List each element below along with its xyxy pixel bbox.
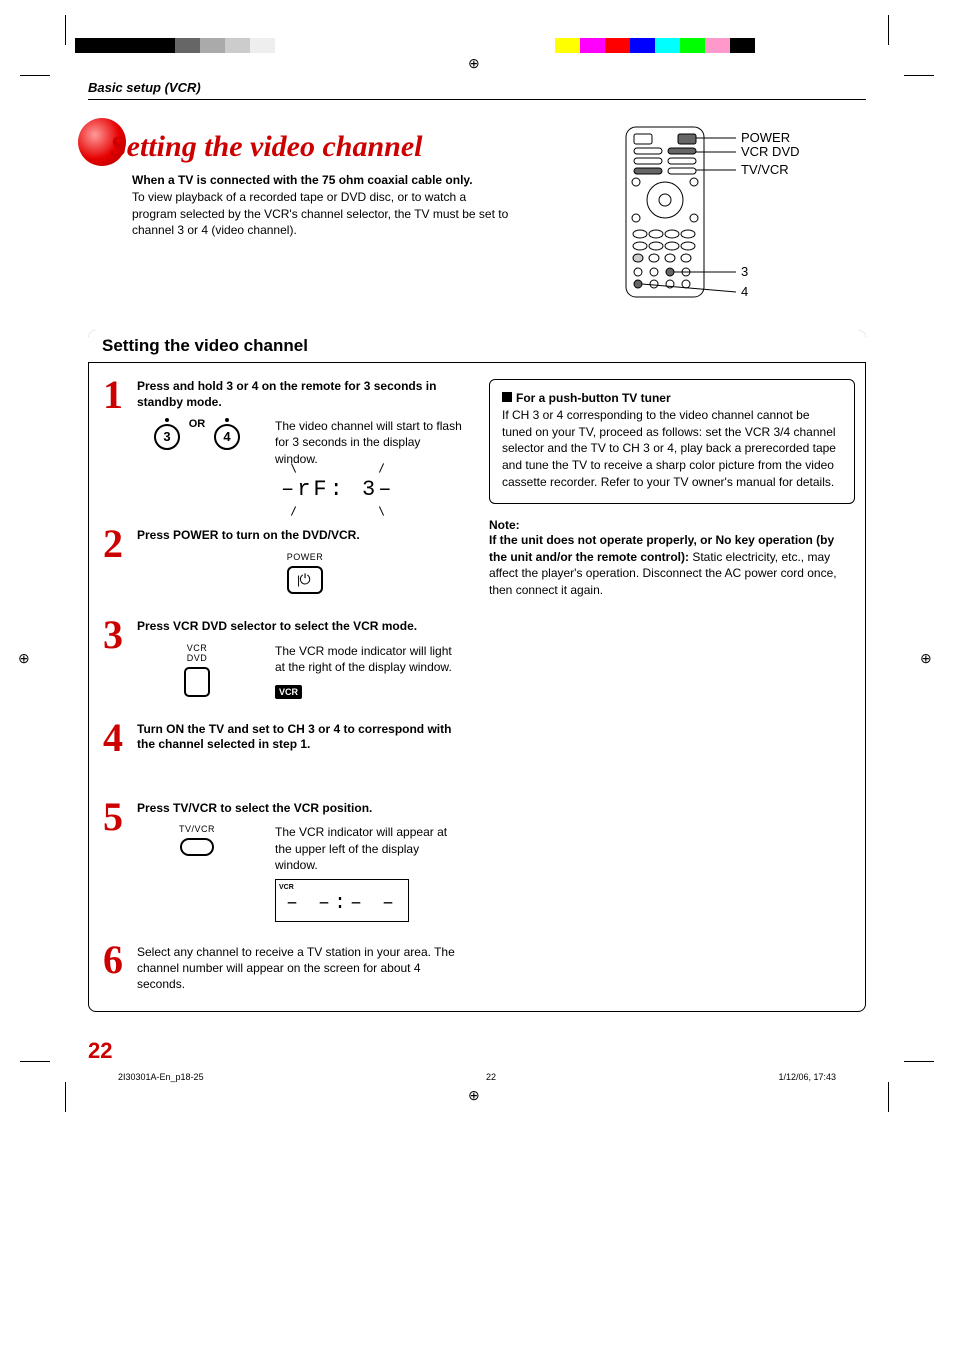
vcr-badge-icon: VCR (275, 685, 302, 699)
note-block: Note: If the unit does not operate prope… (489, 518, 855, 599)
step-number: 2 (99, 528, 127, 597)
power-button-label: POWER (145, 552, 465, 562)
vcr-dvd-button-label: VCR DVD (137, 643, 257, 663)
page: ⊕ ⊕ ⊕ Basic setup (VCR) Setting the vide… (0, 0, 954, 1122)
crop-mark-icon (65, 1082, 66, 1112)
seven-segment: –rF: 3– (275, 473, 400, 507)
registration-mark-icon: ⊕ (18, 650, 30, 667)
footer-left: 2I30301A-En_p18-25 (118, 1072, 204, 1082)
crop-mark-icon (904, 75, 934, 76)
step-heading: Press and hold 3 or 4 on the remote for … (137, 379, 465, 410)
step-number: 3 (99, 619, 127, 700)
step-desc: The VCR indicator will appear at the upp… (275, 824, 465, 873)
footer-right: 1/12/06, 17:43 (778, 1072, 836, 1082)
intro-body: To view playback of a recorded tape or D… (132, 190, 508, 238)
step-desc: The video channel will start to flash fo… (275, 418, 465, 467)
crop-mark-icon (888, 1082, 889, 1112)
remote-label-tvvcr: TV/VCR (741, 162, 789, 177)
display-vcr-tag: VCR (279, 883, 294, 892)
pushbox-heading: For a push-button TV tuner (516, 391, 671, 405)
registration-mark-icon: ⊕ (920, 650, 932, 667)
notes-column: For a push-button TV tuner If CH 3 or 4 … (489, 379, 855, 999)
power-button-icon (287, 566, 323, 594)
button-3-icon: 3 (154, 424, 180, 450)
step-1: 1 Press and hold 3 or 4 on the remote fo… (99, 379, 465, 506)
push-button-tuner-box: For a push-button TV tuner If CH 3 or 4 … (489, 379, 855, 504)
step1-buttons: 3 OR 4 (137, 418, 257, 450)
button-4-icon: 4 (214, 424, 240, 450)
remote-label-4: 4 (741, 284, 748, 299)
crop-mark-icon (20, 1061, 50, 1062)
step-3: 3 Press VCR DVD selector to select the V… (99, 619, 465, 700)
step-number: 6 (99, 944, 127, 993)
or-label: OR (189, 418, 206, 430)
step-number: 4 (99, 722, 127, 761)
note-label: Note: (489, 518, 855, 532)
divider (88, 99, 866, 100)
page-title: Setting the video channel (88, 130, 866, 164)
vcr-dvd-button-icon (184, 667, 210, 697)
footer-mid: 22 (486, 1072, 496, 1082)
step-heading: Press VCR DVD selector to select the VCR… (137, 619, 465, 635)
color-calibration-bars (0, 0, 954, 60)
section-frame: Setting the video channel 1 Press and ho… (88, 330, 866, 1012)
tv-vcr-button-label: TV/VCR (137, 824, 257, 834)
registration-mark-icon: ⊕ (468, 1087, 480, 1104)
page-number: 22 (88, 1038, 866, 1064)
intro-bold: When a TV is connected with the 75 ohm c… (132, 173, 473, 187)
step-heading: Press TV/VCR to select the VCR position. (137, 801, 465, 817)
step-2: 2 Press POWER to turn on the DVD/VCR. PO… (99, 528, 465, 597)
display-window-icon: VCR – –:– – (275, 879, 409, 922)
step-number: 5 (99, 801, 127, 922)
step-4: 4 Turn ON the TV and set to CH 3 or 4 to… (99, 722, 465, 761)
pushbox-body: If CH 3 or 4 corresponding to the video … (502, 407, 842, 491)
step-heading: Press POWER to turn on the DVD/VCR. (137, 528, 465, 544)
step-number: 1 (99, 379, 127, 506)
display-readout: –rF: 3– (275, 473, 400, 507)
step-heading: Select any channel to receive a TV stati… (137, 944, 465, 993)
breadcrumb: Basic setup (VCR) (88, 80, 866, 95)
step-5: 5 Press TV/VCR to select the VCR positio… (99, 801, 465, 922)
crop-mark-icon (904, 1061, 934, 1062)
crop-mark-icon (20, 75, 50, 76)
remote-label-3: 3 (741, 264, 748, 279)
step-6: 6 Select any channel to receive a TV sta… (99, 944, 465, 993)
step-desc: The VCR mode indicator will light at the… (275, 643, 465, 675)
footer: 2I30301A-En_p18-25 22 1/12/06, 17:43 (118, 1072, 836, 1082)
square-bullet-icon (502, 392, 512, 402)
display-segment: – –:– – (286, 890, 398, 917)
step-heading: Turn ON the TV and set to CH 3 or 4 to c… (137, 722, 465, 753)
section-title: Setting the video channel (88, 330, 866, 363)
tv-vcr-button-icon (180, 838, 214, 856)
steps-column: 1 Press and hold 3 or 4 on the remote fo… (99, 379, 465, 999)
intro-text: When a TV is connected with the 75 ohm c… (132, 172, 512, 239)
